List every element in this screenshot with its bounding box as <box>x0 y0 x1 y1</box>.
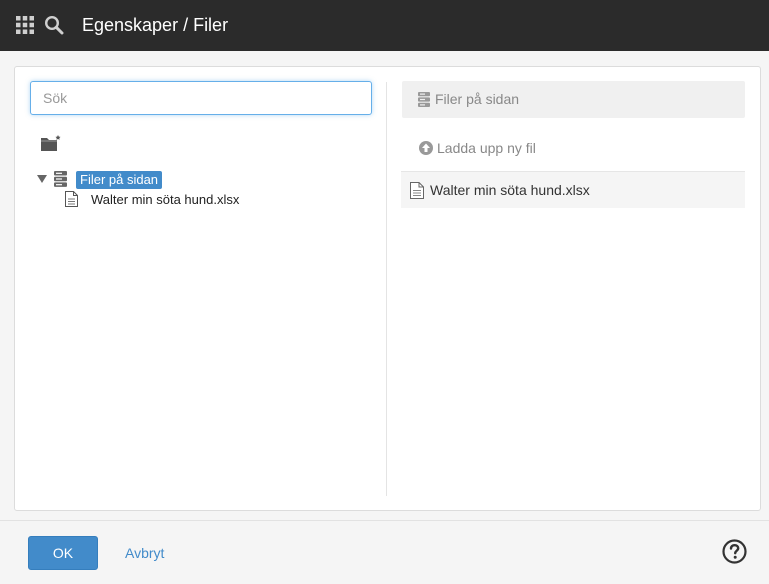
tree-file-item[interactable]: Walter min söta hund.xlsx <box>91 192 239 208</box>
file-name: Walter min söta hund.xlsx <box>430 182 590 198</box>
pane-divider <box>386 82 387 496</box>
file-icon <box>65 191 78 207</box>
server-icon <box>54 171 67 187</box>
folder-header[interactable]: Filer på sidan <box>402 81 745 118</box>
folder-header-label: Filer på sidan <box>435 91 520 107</box>
help-icon[interactable] <box>722 539 747 564</box>
file-browser-panel <box>14 66 761 511</box>
tree-root-item[interactable]: Filer på sidan <box>76 171 163 189</box>
ok-button[interactable]: OK <box>28 536 98 570</box>
upload-icon <box>419 141 433 155</box>
server-icon <box>418 92 430 107</box>
top-bar: Egenskaper / Filer <box>0 0 769 51</box>
page-title: Egenskaper / Filer <box>82 15 229 35</box>
cancel-button[interactable]: Avbryt <box>125 545 164 562</box>
search-input[interactable] <box>30 81 372 115</box>
list-item[interactable]: Walter min söta hund.xlsx <box>401 172 745 208</box>
file-icon <box>410 182 424 199</box>
upload-label: Ladda upp ny fil <box>437 140 536 156</box>
new-folder-icon[interactable] <box>40 134 62 152</box>
caret-down-icon[interactable] <box>37 174 47 184</box>
dialog-footer <box>0 520 769 584</box>
search-icon[interactable] <box>44 15 64 35</box>
apps-grid-icon[interactable] <box>16 16 34 34</box>
